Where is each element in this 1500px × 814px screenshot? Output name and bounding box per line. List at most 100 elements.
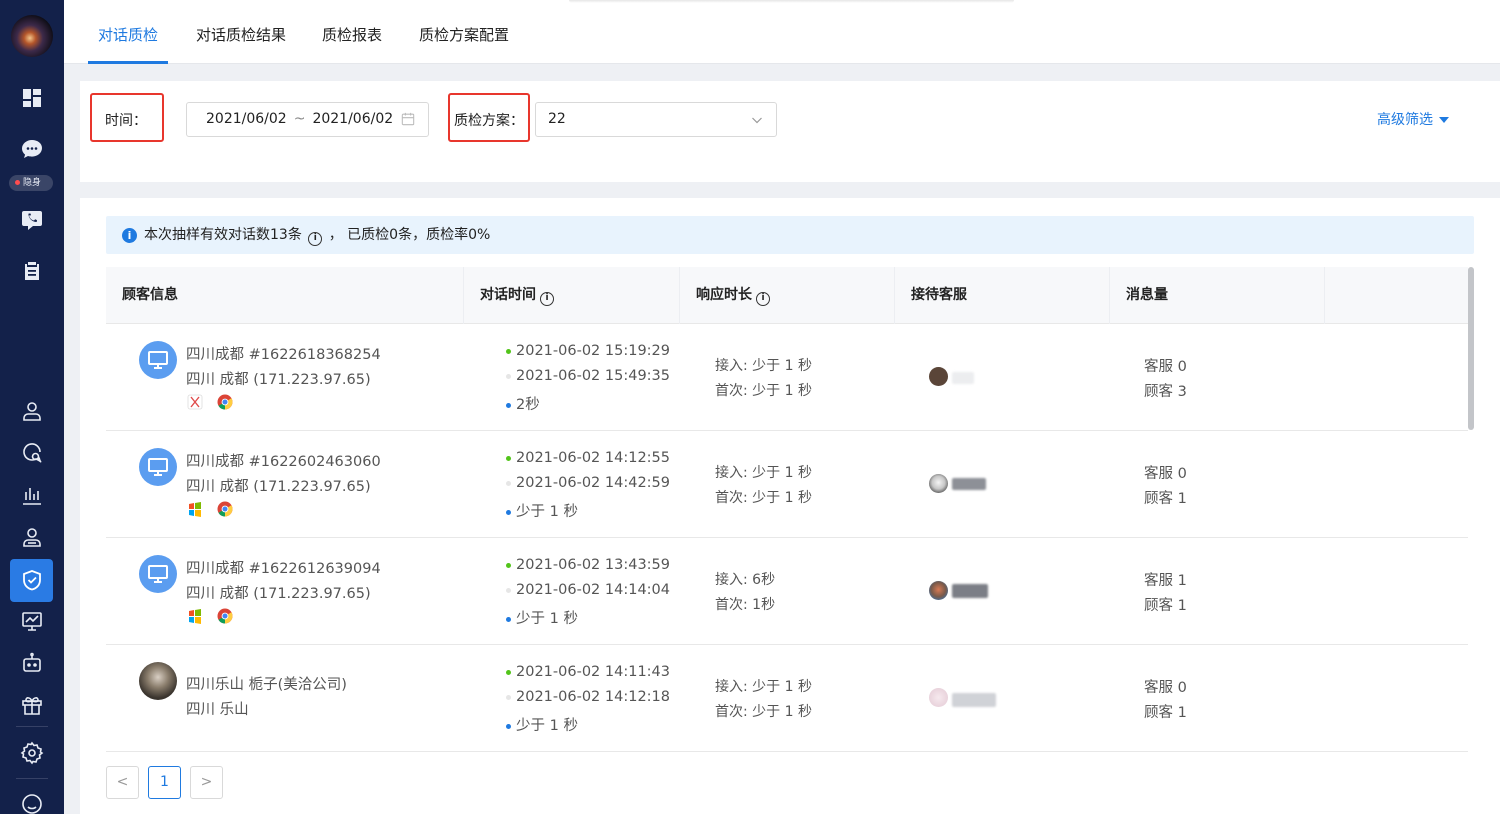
- response-first: 首次: 少于 1 秒: [715, 704, 812, 720]
- col-dialogue-time: 对话时间 i: [464, 267, 680, 324]
- next-page-button[interactable]: >: [190, 766, 223, 799]
- date-range-picker[interactable]: 2021/06/02 ~2021/06/02: [186, 102, 429, 137]
- question-icon[interactable]: i: [308, 232, 323, 246]
- desktop-avatar: [139, 341, 177, 379]
- chrome-icon: [217, 501, 233, 517]
- info-icon[interactable]: i: [540, 292, 554, 306]
- tab-check-results[interactable]: 对话质检结果: [196, 24, 286, 45]
- message-count-agent: 客服 0: [1144, 680, 1187, 696]
- start-dot: [506, 562, 511, 568]
- status-label: 隐身: [23, 178, 42, 188]
- message-count-customer: 顾客 1: [1144, 491, 1187, 507]
- customer-location: 四川 成都 (171.223.97.65): [186, 479, 371, 495]
- response-first: 首次: 少于 1 秒: [715, 490, 812, 506]
- table-row[interactable]: 四川成都 #1622612639094 四川 成都 (171.223.97.65…: [106, 538, 1468, 645]
- agent-avatar: [929, 581, 948, 600]
- col-label: 消息量: [1126, 287, 1168, 303]
- end-dot: [506, 587, 511, 593]
- customer-name[interactable]: 四川成都 #1622612639094: [186, 557, 381, 578]
- chat-search-icon[interactable]: [20, 441, 44, 465]
- tab-check-report[interactable]: 质检报表: [322, 24, 382, 45]
- table-row[interactable]: 四川乐山 栀子(美洽公司) 四川 乐山 2021-06-02 14:11:43 …: [106, 645, 1468, 752]
- desktop-avatar: [139, 448, 177, 486]
- customer-photo-avatar: [139, 662, 177, 700]
- end-time-text: 2021-06-02 15:49:35: [516, 368, 670, 384]
- info-icon: i: [122, 228, 137, 243]
- start-dot: [506, 348, 511, 354]
- plan-label: 质检方案：: [454, 113, 524, 129]
- tab-dialogue-check[interactable]: 对话质检: [98, 24, 158, 45]
- sample-info-bar: i 本次抽样有效对话数13条 i ， 已质检0条，质检率0%: [106, 216, 1474, 254]
- table-row[interactable]: 四川成都 #1622618368254 四川 成都 (171.223.97.65…: [106, 324, 1468, 431]
- response-first: 首次: 1秒: [715, 597, 776, 613]
- prev-page-button[interactable]: <: [106, 766, 139, 799]
- top-tab-bar: 对话质检 对话质检结果 质检报表 质检方案配置: [64, 0, 1500, 64]
- col-customer-info: 顾客信息: [106, 267, 464, 324]
- response-accept: 接入: 少于 1 秒: [715, 358, 812, 374]
- message-count-customer: 顾客 3: [1144, 384, 1187, 400]
- duration-dot: [506, 509, 511, 515]
- date-separator: ~: [293, 111, 306, 127]
- shield-check-icon[interactable]: [20, 568, 44, 592]
- customer-name[interactable]: 四川乐山 栀子(美洽公司): [186, 673, 347, 694]
- monitor-icon: [148, 351, 168, 369]
- message-count-agent: 客服 0: [1144, 466, 1187, 482]
- start-time-text: 2021-06-02 15:19:29: [516, 343, 670, 359]
- sidebar-divider: [16, 726, 48, 727]
- dialogue-start-time: 2021-06-02 13:43:59: [506, 557, 670, 573]
- advanced-filter-button[interactable]: 高级筛选: [1377, 109, 1449, 129]
- dialogue-start-time: 2021-06-02 15:19:29: [506, 343, 670, 359]
- plan-select-value: 22: [548, 111, 566, 127]
- dialogue-end-time: 2021-06-02 14:14:04: [506, 582, 670, 598]
- info-icon[interactable]: i: [756, 292, 770, 306]
- tab-plan-config[interactable]: 质检方案配置: [419, 24, 509, 45]
- response-accept: 接入: 少于 1 秒: [715, 679, 812, 695]
- duration-dot: [506, 402, 511, 408]
- agent-avatar: [929, 474, 948, 493]
- duration-dot: [506, 723, 511, 729]
- plan-select[interactable]: 22: [535, 102, 777, 137]
- dialogue-duration: 少于 1 秒: [506, 714, 578, 735]
- status-badge[interactable]: 隐身: [9, 175, 53, 191]
- chrome-icon: [217, 394, 233, 410]
- response-accept: 接入: 少于 1 秒: [715, 465, 812, 481]
- message-icon[interactable]: [20, 792, 44, 814]
- message-count-customer: 顾客 1: [1144, 598, 1187, 614]
- settings-icon[interactable]: [20, 741, 44, 765]
- table-scrollbar[interactable]: [1468, 267, 1474, 430]
- message-count-agent: 客服 1: [1144, 573, 1187, 589]
- info-text-rate: ， 已质检0条，质检率0%: [328, 227, 491, 243]
- bar-chart-icon[interactable]: [20, 483, 44, 507]
- col-message-count: 消息量: [1110, 267, 1325, 324]
- dialogue-start-time: 2021-06-02 14:12:55: [506, 450, 670, 466]
- table-row[interactable]: 四川成都 #1622602463060 四川 成都 (171.223.97.65…: [106, 431, 1468, 538]
- user-icon[interactable]: [20, 399, 44, 423]
- chat-icon[interactable]: [20, 137, 44, 161]
- app-logo[interactable]: [11, 15, 53, 57]
- end-time-text: 2021-06-02 14:42:59: [516, 475, 670, 491]
- end-dot: [506, 480, 511, 486]
- customer-name[interactable]: 四川成都 #1622618368254: [186, 343, 381, 364]
- customer-location: 四川 成都 (171.223.97.65): [186, 372, 371, 388]
- end-dot: [506, 694, 511, 700]
- dialogue-start-time: 2021-06-02 14:11:43: [506, 664, 670, 680]
- gift-icon[interactable]: [20, 693, 44, 717]
- robot-icon[interactable]: [20, 651, 44, 675]
- col-label: 对话时间: [480, 287, 536, 303]
- clipboard-icon[interactable]: [20, 259, 44, 283]
- col-label: 响应时长: [696, 287, 752, 303]
- dashboard-icon[interactable]: [20, 86, 44, 110]
- start-time-text: 2021-06-02 13:43:59: [516, 557, 670, 573]
- agent-avatar: [929, 688, 948, 707]
- page-1-button[interactable]: 1: [148, 766, 181, 799]
- agent-name-blurred: [952, 584, 988, 598]
- sidebar-divider: [16, 778, 48, 779]
- phone-chat-icon[interactable]: [20, 208, 44, 232]
- chrome-icon: [217, 608, 233, 624]
- dialogue-end-time: 2021-06-02 14:12:18: [506, 689, 670, 705]
- end-time-text: 2021-06-02 14:12:18: [516, 689, 670, 705]
- customer-name[interactable]: 四川成都 #1622602463060: [186, 450, 381, 471]
- windows-icon: [189, 609, 201, 624]
- monitor-icon[interactable]: [20, 609, 44, 633]
- agent-icon[interactable]: [20, 525, 44, 549]
